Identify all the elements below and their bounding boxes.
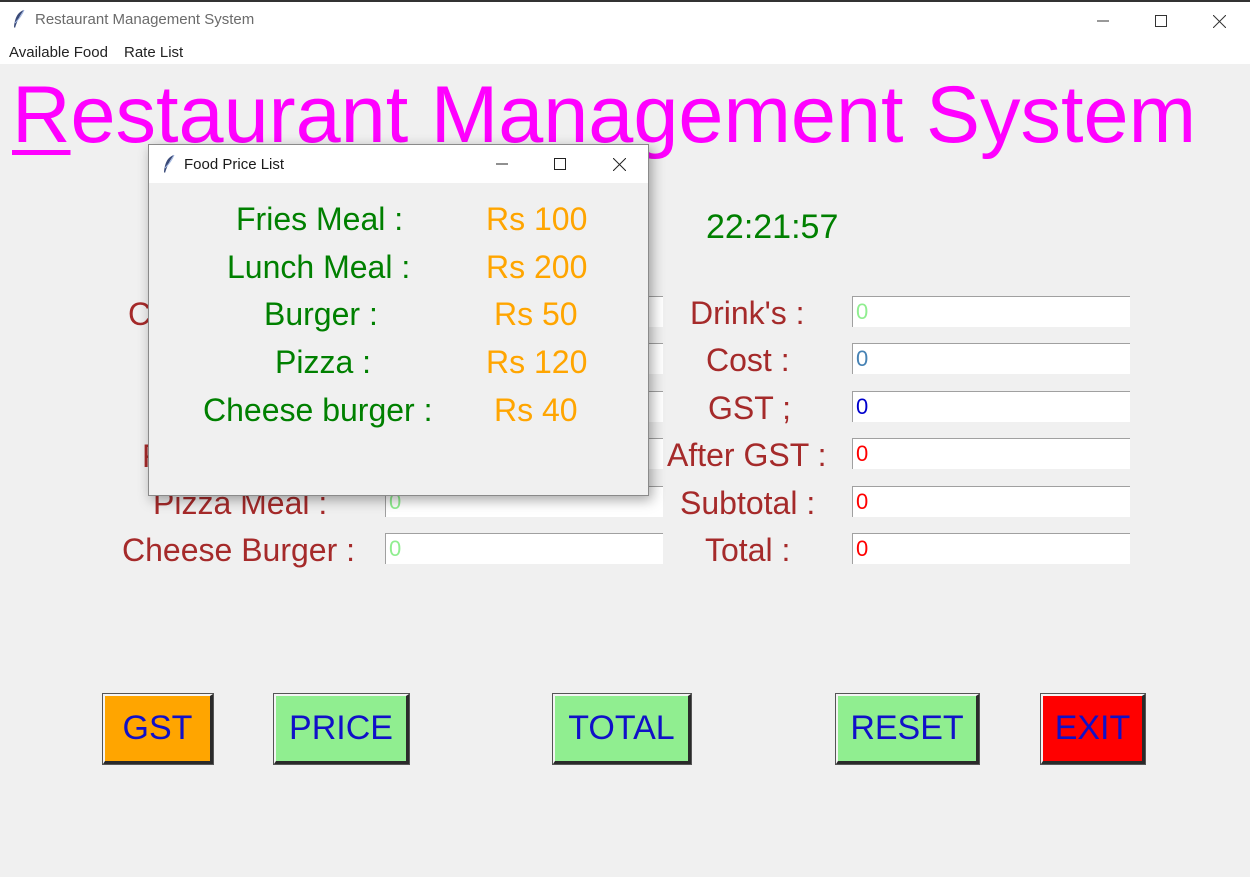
minimize-button[interactable] bbox=[1074, 2, 1132, 40]
drinks-field[interactable]: 0 bbox=[852, 296, 1130, 327]
popup-close-button[interactable] bbox=[590, 145, 648, 183]
subtotal-field[interactable]: 0 bbox=[852, 486, 1130, 517]
popup-minimize-button[interactable] bbox=[473, 145, 531, 183]
feather-icon bbox=[164, 154, 175, 173]
price-item-value: Rs 40 bbox=[494, 392, 578, 428]
total-field[interactable]: 0 bbox=[852, 533, 1130, 564]
price-item-name: Cheese burger : bbox=[203, 392, 433, 428]
cheese-burger-field[interactable]: 0 bbox=[385, 533, 663, 564]
reset-button[interactable]: RESET bbox=[835, 693, 980, 765]
title-underlined-letter: R bbox=[12, 70, 71, 160]
menu-bar bbox=[0, 40, 1250, 64]
close-icon bbox=[1212, 14, 1226, 28]
gst-button[interactable]: GST bbox=[102, 693, 214, 765]
price-item-value: Rs 50 bbox=[494, 296, 578, 332]
food-price-list-window: Food Price List Fries Meal : Rs 100 Lunc… bbox=[148, 144, 649, 496]
feather-icon bbox=[14, 9, 25, 28]
window-title: Restaurant Management System bbox=[35, 11, 255, 28]
price-item-value: Rs 120 bbox=[486, 344, 588, 380]
after-gst-field[interactable]: 0 bbox=[852, 438, 1130, 469]
cheese-burger-label: Cheese Burger : bbox=[122, 532, 356, 568]
cost-field[interactable]: 0 bbox=[852, 343, 1130, 374]
menu-rate-list[interactable]: Rate List bbox=[124, 44, 183, 61]
clock-display: 22:21:57 bbox=[706, 208, 839, 246]
maximize-icon bbox=[1155, 15, 1167, 27]
price-item-value: Rs 200 bbox=[486, 249, 588, 285]
close-button[interactable] bbox=[1190, 2, 1248, 40]
minimize-icon bbox=[496, 163, 508, 165]
gst-field[interactable]: 0 bbox=[852, 391, 1130, 422]
subtotal-label: Subtotal : bbox=[680, 485, 816, 521]
minimize-icon bbox=[1097, 20, 1109, 22]
total-label: Total : bbox=[705, 532, 791, 568]
exit-button[interactable]: EXIT bbox=[1040, 693, 1146, 765]
popup-title: Food Price List bbox=[184, 156, 285, 173]
price-button[interactable]: PRICE bbox=[273, 693, 410, 765]
price-item-name: Pizza : bbox=[275, 344, 372, 380]
price-item-name: Lunch Meal : bbox=[227, 249, 411, 285]
menu-available-food[interactable]: Available Food bbox=[9, 44, 108, 61]
gst-label: GST ; bbox=[708, 390, 791, 426]
price-item-name: Fries Meal : bbox=[236, 201, 404, 237]
total-button[interactable]: TOTAL bbox=[552, 693, 692, 765]
maximize-icon bbox=[554, 158, 566, 170]
popup-maximize-button[interactable] bbox=[531, 145, 589, 183]
drinks-label: Drink's : bbox=[690, 295, 805, 331]
cost-label: Cost : bbox=[706, 342, 790, 378]
maximize-button[interactable] bbox=[1132, 2, 1190, 40]
close-icon bbox=[612, 157, 626, 171]
after-gst-label: After GST : bbox=[667, 437, 827, 473]
price-item-name: Burger : bbox=[264, 296, 378, 332]
price-item-value: Rs 100 bbox=[486, 201, 588, 237]
